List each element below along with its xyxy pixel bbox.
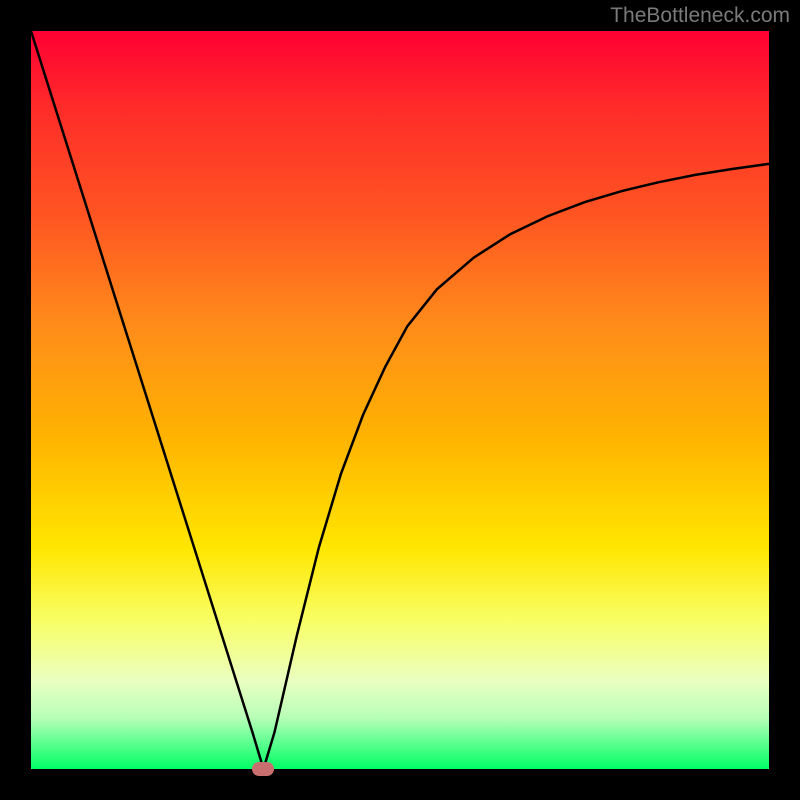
chart-container: TheBottleneck.com (0, 0, 800, 800)
plot-area (31, 31, 769, 769)
bottleneck-curve (31, 31, 769, 769)
watermark-text: TheBottleneck.com (610, 4, 790, 28)
optimum-marker (252, 762, 274, 776)
